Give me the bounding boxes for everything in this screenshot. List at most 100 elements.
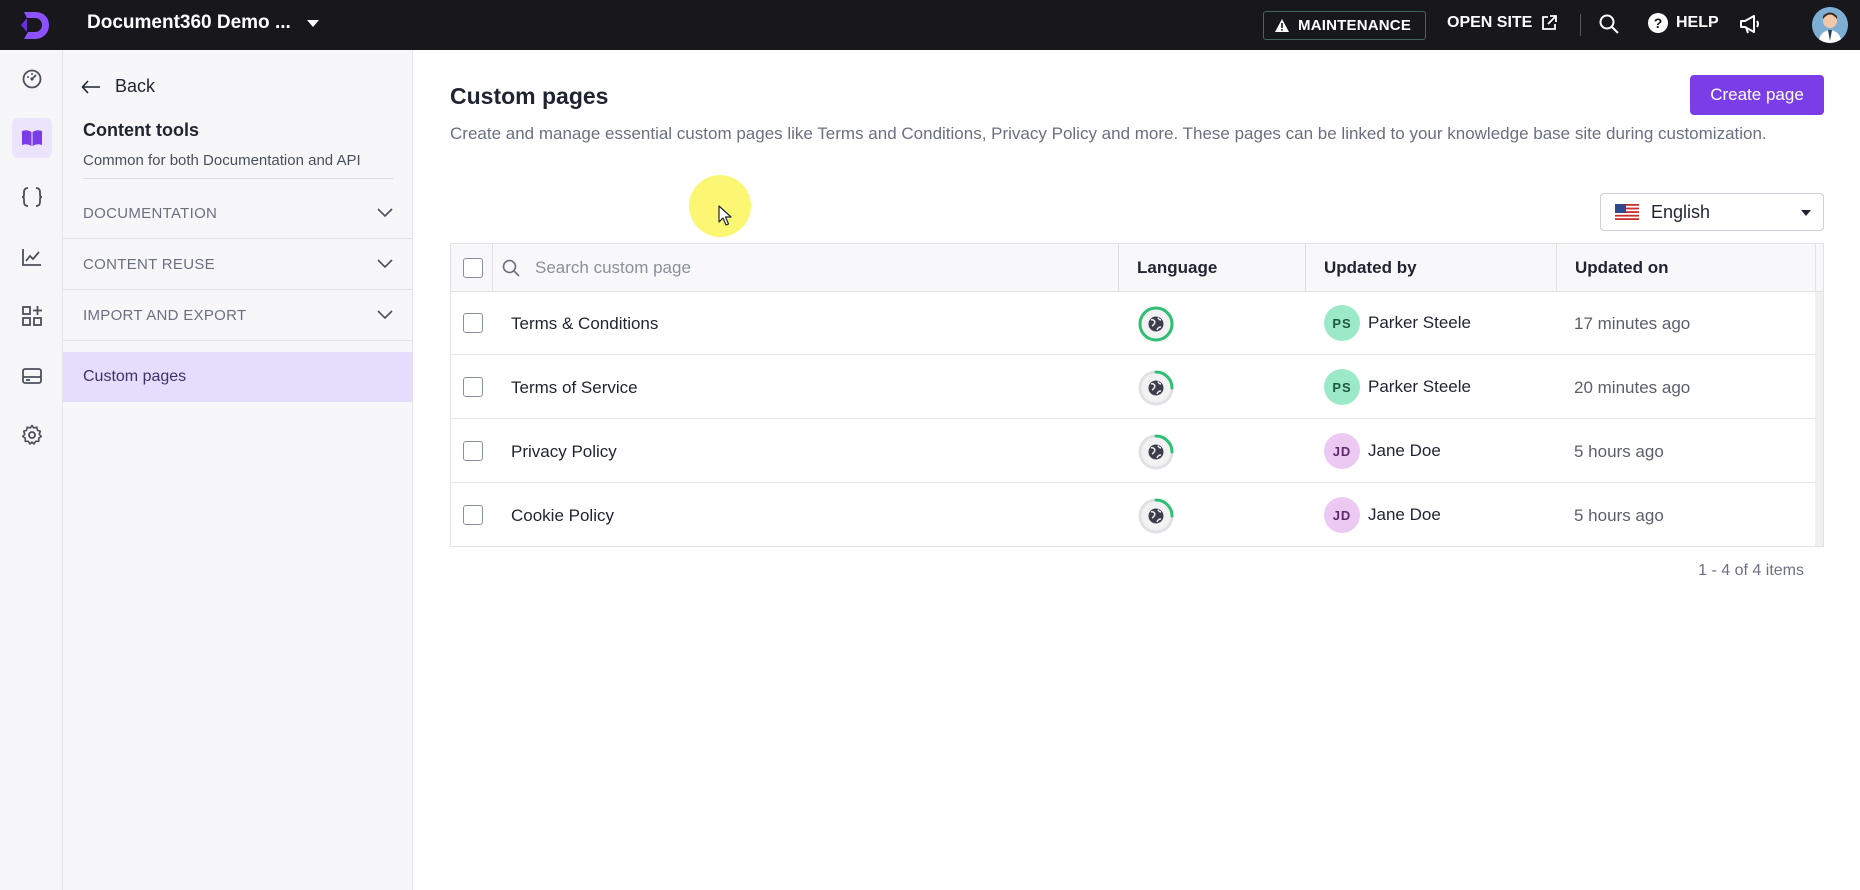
updated-by: PS Parker Steele xyxy=(1324,305,1471,341)
language-select[interactable]: English xyxy=(1600,193,1824,231)
divider xyxy=(83,178,393,179)
document360-logo-icon[interactable] xyxy=(18,8,52,42)
avatar: PS xyxy=(1324,369,1360,405)
main-content: Custom pages Create page Create and mana… xyxy=(414,50,1860,890)
row-checkbox[interactable] xyxy=(463,377,483,397)
avatar: JD xyxy=(1324,433,1360,469)
back-link[interactable]: Back xyxy=(81,76,155,97)
updated-on: 17 minutes ago xyxy=(1574,313,1691,333)
search-input[interactable] xyxy=(535,258,975,278)
column-divider xyxy=(1815,244,1816,292)
updated-by: PS Parker Steele xyxy=(1324,369,1471,405)
section-label: IMPORT AND EXPORT xyxy=(83,306,247,324)
page-name[interactable]: Privacy Policy xyxy=(511,420,617,483)
user-name: Jane Doe xyxy=(1368,441,1441,460)
open-site-label: OPEN SITE xyxy=(1447,14,1533,31)
user-name: Parker Steele xyxy=(1368,377,1471,396)
us-flag-icon xyxy=(1615,204,1639,220)
page-title: Custom pages xyxy=(450,83,609,109)
globe-progress-icon xyxy=(1137,369,1175,412)
sidebar-section-import-export[interactable]: IMPORT AND EXPORT xyxy=(63,290,413,341)
chevron-down-icon xyxy=(377,208,393,218)
page-name[interactable]: Terms & Conditions xyxy=(511,292,658,355)
avatar: PS xyxy=(1324,305,1360,341)
chevron-down-icon xyxy=(377,259,393,269)
section-label: CONTENT REUSE xyxy=(83,255,215,273)
drive-icon[interactable] xyxy=(12,356,52,396)
dashboard-icon[interactable] xyxy=(12,59,52,99)
page-name[interactable]: Terms of Service xyxy=(511,356,638,419)
column-header-updated-on[interactable]: Updated on xyxy=(1575,244,1669,292)
help-button[interactable]: ? HELP xyxy=(1648,13,1719,33)
page-name[interactable]: Cookie Policy xyxy=(511,484,614,547)
top-bar: Document360 Demo ... MAINTENANCE OPEN SI… xyxy=(0,0,1860,50)
column-divider xyxy=(1556,244,1557,292)
select-all-cell xyxy=(463,244,483,292)
globe-progress-icon xyxy=(1137,305,1175,348)
page-description: Create and manage essential custom pages… xyxy=(450,124,1767,143)
user-name: Parker Steele xyxy=(1368,313,1471,332)
table-row[interactable]: Privacy Policy JD Jane Doe 5 hours ago xyxy=(451,420,1823,483)
caret-down-icon xyxy=(1801,210,1811,216)
row-checkbox[interactable] xyxy=(463,505,483,525)
mouse-pointer-icon xyxy=(718,205,732,226)
scrollbar[interactable] xyxy=(1815,292,1823,546)
updated-by: JD Jane Doe xyxy=(1324,433,1441,469)
open-site-link[interactable]: OPEN SITE xyxy=(1447,14,1558,32)
language-value: English xyxy=(1651,201,1711,222)
select-all-checkbox[interactable] xyxy=(463,258,483,278)
sidebar-item-custom-pages[interactable]: Custom pages xyxy=(63,352,413,402)
column-divider xyxy=(1118,244,1119,292)
create-page-button[interactable]: Create page xyxy=(1690,75,1824,115)
updated-on: 5 hours ago xyxy=(1574,441,1664,461)
sidebar-section-documentation[interactable]: DOCUMENTATION xyxy=(63,188,413,239)
avatar: JD xyxy=(1324,497,1360,533)
column-header-language[interactable]: Language xyxy=(1137,244,1217,292)
updated-on: 20 minutes ago xyxy=(1574,377,1691,397)
globe-progress-icon xyxy=(1137,433,1175,476)
table-row[interactable]: Terms of Service PS Parker Steele 20 min… xyxy=(451,356,1823,419)
column-divider xyxy=(1305,244,1306,292)
search-cell xyxy=(501,244,975,292)
help-label: HELP xyxy=(1676,14,1719,31)
divider xyxy=(1580,14,1581,36)
globe-progress-icon xyxy=(1137,497,1175,540)
search-icon[interactable] xyxy=(1598,13,1620,40)
updated-on: 5 hours ago xyxy=(1574,505,1664,525)
table-row[interactable]: Cookie Policy JD Jane Doe 5 hours ago xyxy=(451,484,1823,547)
content-tools-sidebar: Back Content tools Common for both Docum… xyxy=(63,50,413,890)
arrow-left-icon xyxy=(81,79,100,94)
project-name: Document360 Demo ... xyxy=(87,12,291,33)
analytics-icon[interactable] xyxy=(12,237,52,277)
search-icon xyxy=(502,259,520,277)
api-icon[interactable] xyxy=(12,177,52,217)
maintenance-button[interactable]: MAINTENANCE xyxy=(1263,11,1427,40)
external-link-icon xyxy=(1542,15,1558,30)
project-switcher[interactable]: Document360 Demo ... xyxy=(87,12,319,34)
apps-icon[interactable] xyxy=(12,296,52,336)
table-header: Language Updated by Updated on xyxy=(451,244,1823,292)
question-icon: ? xyxy=(1648,13,1668,33)
sidebar-subtitle: Common for both Documentation and API xyxy=(83,152,361,169)
back-label: Back xyxy=(115,76,156,96)
settings-icon[interactable] xyxy=(12,415,52,455)
user-name: Jane Doe xyxy=(1368,505,1441,524)
row-checkbox[interactable] xyxy=(463,313,483,333)
megaphone-icon[interactable] xyxy=(1738,13,1762,40)
icon-rail xyxy=(0,50,63,890)
column-header-updated-by[interactable]: Updated by xyxy=(1324,244,1417,292)
pagination-summary: 1 - 4 of 4 items xyxy=(1698,562,1804,579)
user-avatar[interactable] xyxy=(1812,7,1848,43)
documentation-icon[interactable] xyxy=(12,118,52,158)
row-checkbox[interactable] xyxy=(463,441,483,461)
custom-pages-table: Language Updated by Updated on Terms & C… xyxy=(450,243,1824,547)
table-row[interactable]: Terms & Conditions PS Parker Steele 17 m… xyxy=(451,292,1823,355)
chevron-down-icon xyxy=(377,310,393,320)
caret-down-icon xyxy=(306,19,319,27)
maintenance-label: MAINTENANCE xyxy=(1298,17,1412,34)
sidebar-title: Content tools xyxy=(83,120,199,140)
warning-icon xyxy=(1275,19,1289,32)
sidebar-section-content-reuse[interactable]: CONTENT REUSE xyxy=(63,239,413,290)
column-divider xyxy=(492,244,493,292)
updated-by: JD Jane Doe xyxy=(1324,497,1441,533)
